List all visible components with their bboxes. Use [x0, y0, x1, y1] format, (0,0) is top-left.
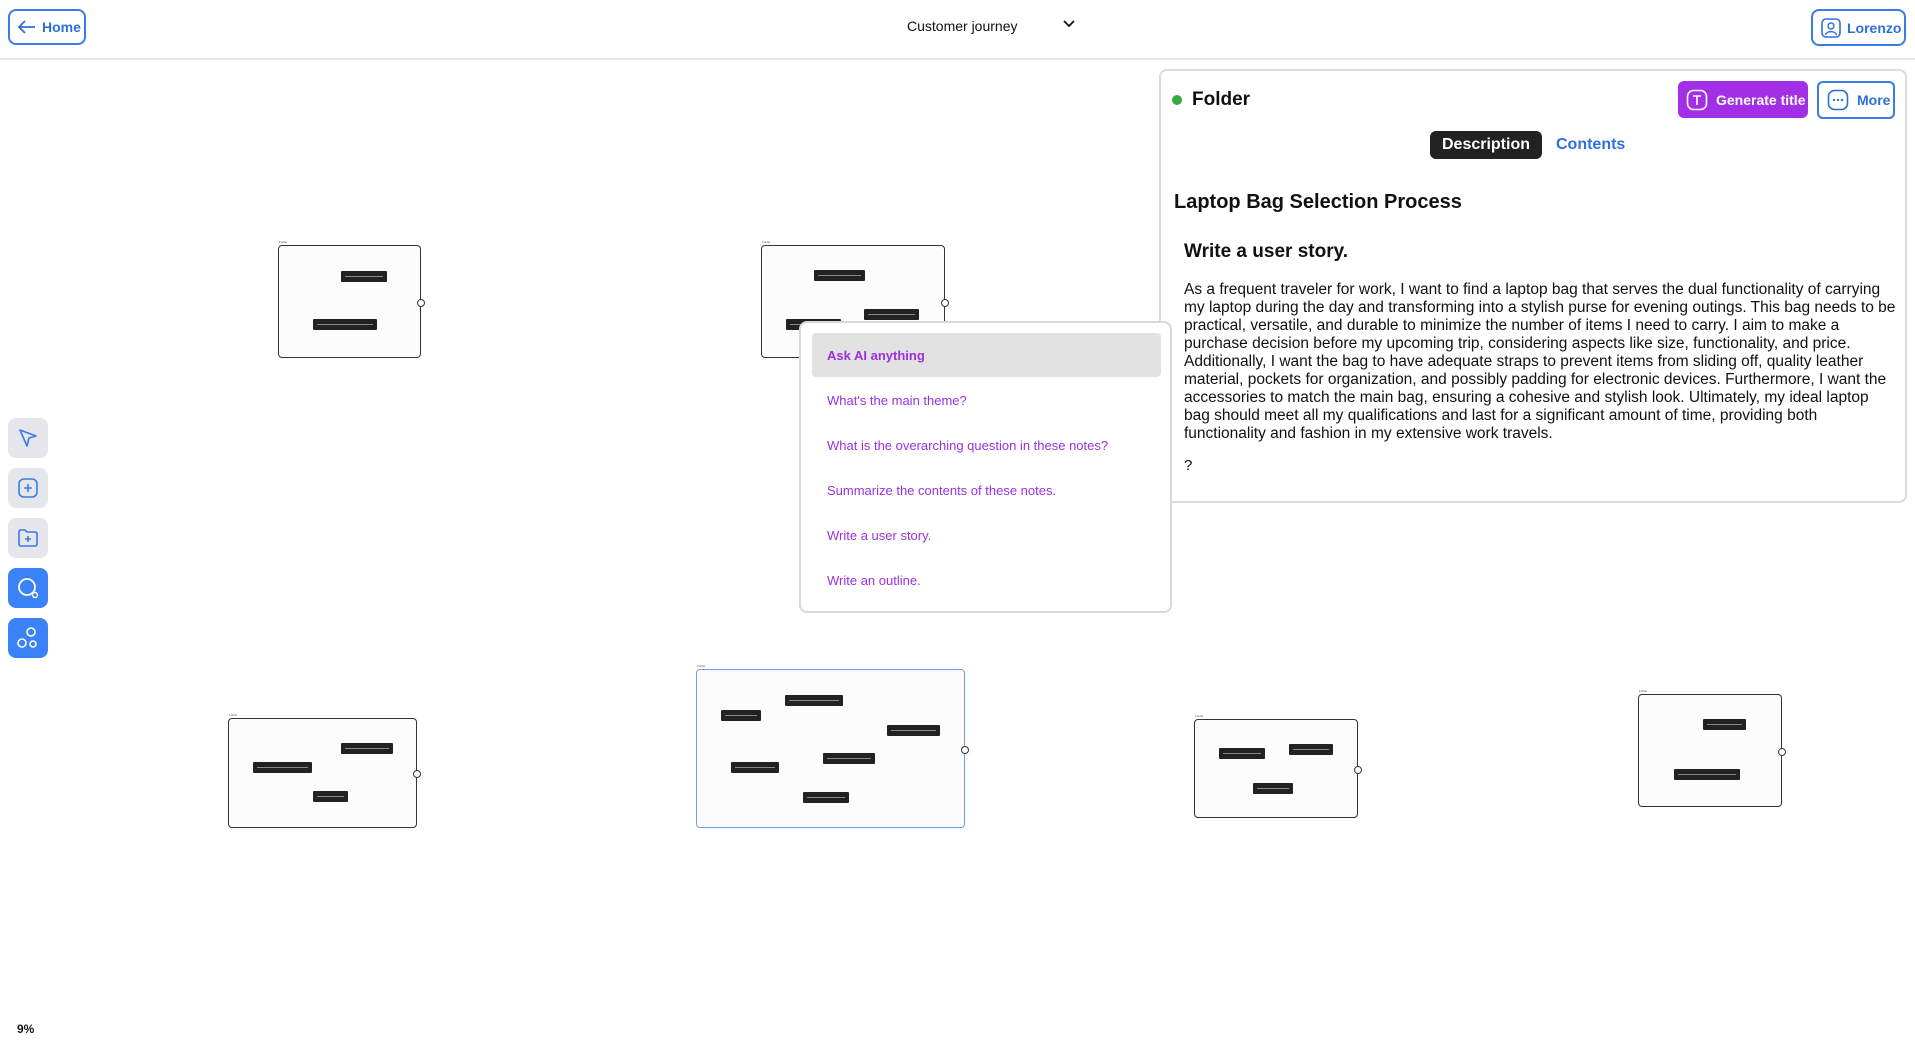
ai-tool-button[interactable] [8, 618, 48, 658]
search-tool-button[interactable] [8, 568, 48, 608]
canvas-note[interactable] [814, 270, 865, 281]
canvas-note[interactable] [785, 695, 843, 706]
folder-detail-panel: Folder Generate title More Description C… [1159, 69, 1907, 503]
pointer-icon [19, 429, 37, 447]
panel-heading: Write a user story. [1184, 241, 1349, 262]
folder-label: Folder [697, 664, 706, 668]
panel-trailing-text: ? [1184, 457, 1193, 474]
canvas-note[interactable] [341, 271, 387, 282]
folder-label: Folder [1639, 689, 1648, 693]
canvas-folder[interactable]: Folder [1638, 689, 1786, 807]
ai-menu-item[interactable]: Summarize the contents of these notes. [812, 468, 1161, 512]
more-button[interactable]: More [1817, 81, 1895, 119]
canvas-folder[interactable]: Folder [278, 240, 425, 358]
canvas-note[interactable] [823, 753, 875, 764]
text-icon [1686, 89, 1708, 110]
more-icon [1827, 89, 1849, 111]
folder-connector-handle[interactable] [1354, 765, 1362, 774]
canvas-note[interactable] [1219, 748, 1265, 759]
folder-label: Folder [1195, 714, 1204, 718]
ai-menu-item[interactable]: What is the overarching question in thes… [812, 423, 1161, 467]
ai-menu-item[interactable]: Write an outline. [812, 558, 1161, 602]
ai-menu-item[interactable]: Write a user story. [812, 513, 1161, 557]
folder-connector-handle[interactable] [417, 298, 425, 307]
canvas-note[interactable] [864, 309, 919, 320]
document-title[interactable]: Customer journey [907, 18, 1018, 34]
folder-connector-handle[interactable] [941, 298, 949, 307]
status-dot [1172, 95, 1182, 105]
canvas-note[interactable] [313, 319, 377, 330]
ai-menu-item[interactable]: What's the main theme? [812, 378, 1161, 422]
tab-contents[interactable]: Contents [1556, 136, 1625, 154]
user-icon [1821, 17, 1841, 38]
generate-title-label: Generate title [1716, 91, 1806, 108]
folder-label: Folder [229, 713, 238, 717]
add-note-icon [18, 478, 38, 498]
add-note-button[interactable] [8, 468, 48, 508]
tab-description[interactable]: Description [1430, 131, 1542, 159]
canvas-note[interactable] [803, 792, 849, 803]
canvas-note[interactable] [341, 743, 393, 754]
top-bar: Home Customer journey Lorenzo [0, 0, 1915, 60]
generate-title-button[interactable]: Generate title [1678, 81, 1808, 118]
canvas-note[interactable] [313, 791, 348, 802]
arrow-left-icon [18, 20, 35, 34]
folder-connector-handle[interactable] [1778, 747, 1786, 756]
canvas-note[interactable] [731, 762, 779, 773]
ai-prompt-menu: Ask AI anything What's the main theme? W… [799, 321, 1172, 613]
user-name: Lorenzo [1847, 19, 1902, 36]
canvas-note[interactable] [887, 725, 940, 736]
panel-type-label: Folder [1192, 89, 1251, 110]
folder-label: Folder [762, 240, 771, 244]
user-button[interactable]: Lorenzo [1811, 9, 1906, 46]
folder-connector-handle[interactable] [961, 745, 969, 754]
panel-title: Laptop Bag Selection Process [1174, 191, 1462, 213]
search-icon [18, 578, 39, 599]
canvas-note[interactable] [1703, 719, 1746, 730]
zoom-level: 9% [17, 1022, 35, 1036]
add-folder-icon [18, 529, 38, 547]
pointer-tool-button[interactable] [8, 418, 48, 458]
more-label: More [1857, 92, 1891, 108]
home-label: Home [42, 19, 81, 35]
ai-network-icon [17, 627, 37, 648]
canvas-note[interactable] [253, 762, 312, 773]
panel-body-text: As a frequent traveler for work, I want … [1184, 281, 1896, 442]
canvas-folder[interactable]: Folder [228, 713, 421, 828]
canvas-folder[interactable]: Folder [1194, 714, 1362, 818]
home-button[interactable]: Home [8, 9, 86, 45]
canvas-folder-selected[interactable]: Folder [696, 664, 969, 828]
canvas-note[interactable] [1289, 744, 1333, 755]
canvas-note[interactable] [1674, 769, 1740, 780]
folder-connector-handle[interactable] [413, 770, 421, 778]
canvas-note[interactable] [721, 710, 761, 721]
ai-menu-item[interactable]: Ask AI anything [812, 333, 1161, 377]
canvas-note[interactable] [1253, 783, 1293, 794]
add-folder-button[interactable] [8, 518, 48, 558]
folder-label: Folder [279, 240, 288, 244]
chevron-down-icon[interactable] [1061, 16, 1077, 32]
